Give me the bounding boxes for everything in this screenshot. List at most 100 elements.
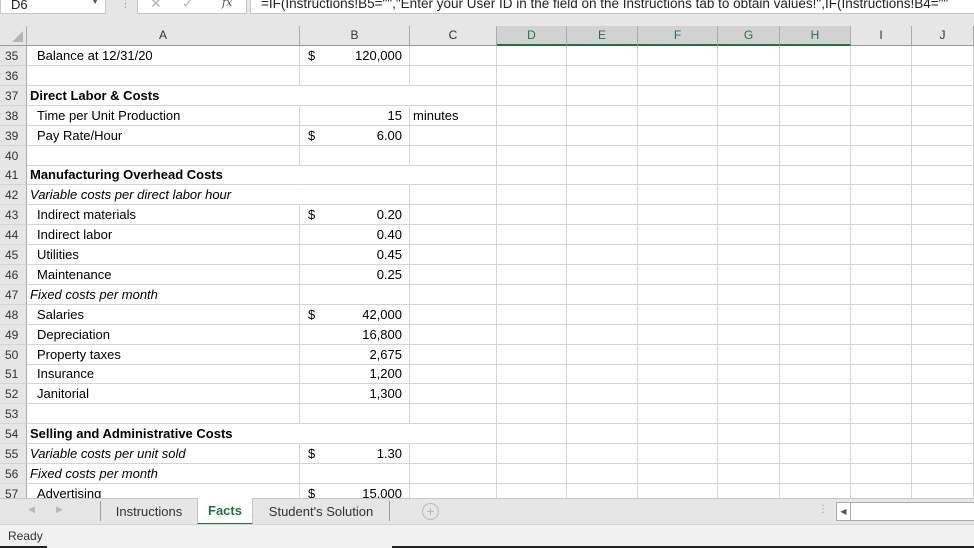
cell-e35[interactable] [567, 46, 638, 66]
cell-e40[interactable] [567, 145, 638, 166]
cell-c40[interactable] [410, 145, 497, 166]
cell-a43[interactable]: Indirect materials [27, 205, 300, 226]
cell-f44[interactable] [638, 225, 718, 246]
row-header[interactable]: 49 [0, 324, 27, 345]
cell-h41[interactable] [780, 165, 851, 186]
cell-f35[interactable] [638, 46, 718, 66]
cell-b52[interactable]: 1,300 [300, 384, 410, 405]
cell-g45[interactable] [718, 245, 780, 265]
cell-g38[interactable] [718, 105, 780, 126]
cell-d48[interactable] [497, 304, 567, 325]
cell-a42[interactable]: Variable costs per direct labor hour [27, 185, 300, 206]
cell-a36[interactable] [27, 65, 300, 86]
tab-students-solution[interactable]: Student's Solution [253, 499, 389, 525]
cell-d43[interactable] [497, 205, 567, 226]
cell-a55[interactable]: Variable costs per unit sold [27, 444, 300, 464]
cell-c38[interactable]: minutes [410, 105, 497, 126]
cell-a44[interactable]: Indirect labor [27, 225, 300, 246]
cell-i54[interactable] [851, 424, 912, 445]
cell-i39[interactable] [851, 125, 912, 146]
insert-function-icon[interactable]: fx [222, 0, 232, 9]
row-header[interactable]: 53 [0, 404, 27, 425]
cell-j39[interactable] [912, 125, 974, 146]
cell-d39[interactable] [497, 125, 567, 146]
close-icon[interactable]: ✕ [150, 0, 162, 12]
cell-c49[interactable] [410, 324, 497, 345]
cell-j50[interactable] [912, 344, 974, 365]
cell-a35[interactable]: Balance at 12/31/20 [27, 46, 300, 66]
cell-b37[interactable] [300, 86, 410, 106]
cell-e41[interactable] [567, 165, 638, 186]
cell-a51[interactable]: Insurance [27, 364, 300, 385]
cell-f42[interactable] [638, 185, 718, 206]
cell-h52[interactable] [780, 384, 851, 405]
cell-b44[interactable]: 0.40 [300, 225, 410, 246]
cell-b51[interactable]: 1,200 [300, 364, 410, 385]
cell-d44[interactable] [497, 225, 567, 246]
cell-d53[interactable] [497, 404, 567, 425]
cell-b47[interactable] [300, 284, 410, 305]
cell-c43[interactable] [410, 205, 497, 226]
checkmark-icon[interactable]: ✓ [182, 0, 194, 12]
cell-e55[interactable] [567, 444, 638, 464]
cell-g36[interactable] [718, 65, 780, 86]
cell-f47[interactable] [638, 284, 718, 305]
cell-i56[interactable] [851, 463, 912, 484]
cell-d50[interactable] [497, 344, 567, 365]
cell-j49[interactable] [912, 324, 974, 345]
cell-d37[interactable] [497, 85, 567, 106]
row-header[interactable]: 38 [0, 105, 27, 126]
cell-f54[interactable] [638, 424, 718, 445]
cell-c51[interactable] [410, 364, 497, 385]
cell-d36[interactable] [497, 65, 567, 86]
cell-d51[interactable] [497, 364, 567, 385]
split-handle-icon[interactable]: ⋮ [818, 504, 828, 515]
cell-g42[interactable] [718, 185, 780, 206]
cell-j45[interactable] [912, 245, 974, 265]
cell-g53[interactable] [718, 404, 780, 425]
cell-b38[interactable]: 15 [300, 105, 410, 126]
cell-j57[interactable] [912, 483, 974, 498]
cell-b42[interactable] [300, 185, 410, 206]
cell-i35[interactable] [851, 46, 912, 66]
cell-b57[interactable]: $15,000 [300, 483, 410, 498]
cell-j44[interactable] [912, 225, 974, 246]
cell-c35[interactable] [410, 46, 497, 66]
column-header-a[interactable]: A [27, 26, 300, 46]
row-header[interactable]: 39 [0, 125, 27, 146]
cell-a49[interactable]: Depreciation [27, 324, 300, 345]
cell-g57[interactable] [718, 483, 780, 498]
cell-c42[interactable] [410, 185, 497, 206]
cell-j46[interactable] [912, 264, 974, 285]
cell-f37[interactable] [638, 85, 718, 106]
cell-b53[interactable] [300, 404, 410, 425]
cell-f38[interactable] [638, 105, 718, 126]
cell-c45[interactable] [410, 245, 497, 265]
row-header[interactable]: 54 [0, 424, 27, 445]
cell-e38[interactable] [567, 105, 638, 126]
cell-j55[interactable] [912, 444, 974, 464]
cell-j47[interactable] [912, 284, 974, 305]
cell-f53[interactable] [638, 404, 718, 425]
cell-i40[interactable] [851, 145, 912, 166]
cell-j35[interactable] [912, 46, 974, 66]
cell-i41[interactable] [851, 165, 912, 186]
cell-f56[interactable] [638, 463, 718, 484]
cell-b56[interactable] [300, 463, 410, 484]
cell-g49[interactable] [718, 324, 780, 345]
cell-e42[interactable] [567, 185, 638, 206]
cell-e45[interactable] [567, 245, 638, 265]
cell-d46[interactable] [497, 264, 567, 285]
row-header[interactable]: 42 [0, 185, 27, 206]
cell-j52[interactable] [912, 384, 974, 405]
cell-a48[interactable]: Salaries [27, 304, 300, 325]
cell-h35[interactable] [780, 46, 851, 66]
cell-i50[interactable] [851, 344, 912, 365]
cell-g44[interactable] [718, 225, 780, 246]
cell-h44[interactable] [780, 225, 851, 246]
cell-j56[interactable] [912, 463, 974, 484]
cell-e52[interactable] [567, 384, 638, 405]
row-header[interactable]: 52 [0, 384, 27, 405]
cell-g43[interactable] [718, 205, 780, 226]
cell-f46[interactable] [638, 264, 718, 285]
